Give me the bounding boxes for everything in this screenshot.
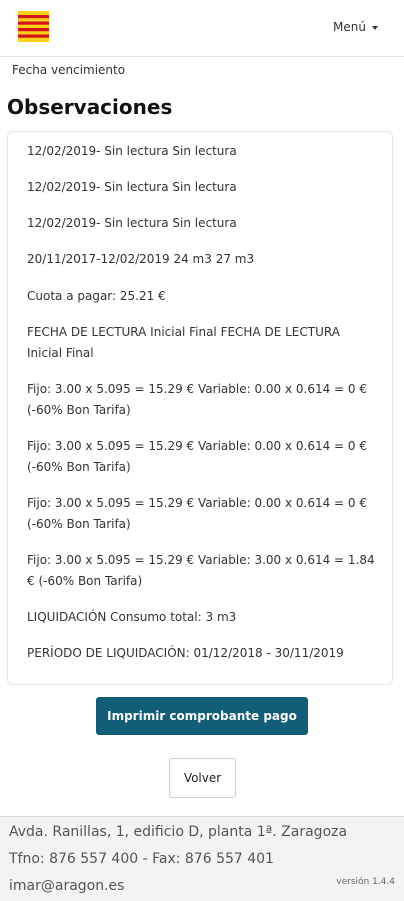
- footer-phone: Tfno: 876 557 400 - Fax: 876 557 401: [9, 851, 274, 867]
- footer-email[interactable]: imar@aragon.es: [9, 878, 124, 894]
- version-label: versión 1.4.4: [336, 877, 395, 887]
- print-receipt-button[interactable]: Imprimir comprobante pago: [96, 697, 308, 735]
- observaciones-title: Observaciones: [7, 95, 173, 119]
- observation-item: Fijo: 3.00 x 5.095 = 15.29 € Variable: 3…: [27, 553, 375, 588]
- back-button[interactable]: Volver: [169, 758, 236, 798]
- observation-item: 20/11/2017-12/02/2019 24 m3 27 m3: [27, 252, 255, 266]
- observaciones-panel: 12/02/2019- Sin lectura Sin lectura 12/0…: [7, 131, 393, 685]
- observation-item: Fijo: 3.00 x 5.095 = 15.29 € Variable: 0…: [27, 382, 368, 417]
- observation-item: 12/02/2019- Sin lectura Sin lectura: [27, 144, 237, 158]
- observation-item: FECHA DE LECTURA Inicial Final FECHA DE …: [27, 325, 340, 360]
- menu-label: Menú: [333, 20, 366, 34]
- observation-item: 12/02/2019- Sin lectura Sin lectura: [27, 216, 237, 230]
- aragon-flag-logo[interactable]: [18, 11, 49, 42]
- observation-item: Cuota a pagar: 25.21 €: [27, 289, 166, 303]
- top-navbar: Menú: [0, 0, 404, 57]
- footer-address: Avda. Ranillas, 1, edificio D, planta 1ª…: [9, 824, 348, 840]
- page-footer: Avda. Ranillas, 1, edificio D, planta 1ª…: [0, 816, 404, 901]
- menu-dropdown-button[interactable]: Menú: [333, 20, 378, 34]
- observation-item: LIQUIDACIÓN Consumo total: 3 m3: [27, 610, 237, 624]
- fecha-vencimiento-label: Fecha vencimiento: [12, 63, 126, 77]
- observation-item: Fijo: 3.00 x 5.095 = 15.29 € Variable: 0…: [27, 439, 368, 474]
- caret-down-icon: [372, 25, 378, 30]
- observation-item: 12/02/2019- Sin lectura Sin lectura: [27, 180, 237, 194]
- observation-item: PERÍODO DE LIQUIDACIÓN: 01/12/2018 - 30/…: [27, 646, 344, 660]
- observation-item: Fijo: 3.00 x 5.095 = 15.29 € Variable: 0…: [27, 496, 368, 531]
